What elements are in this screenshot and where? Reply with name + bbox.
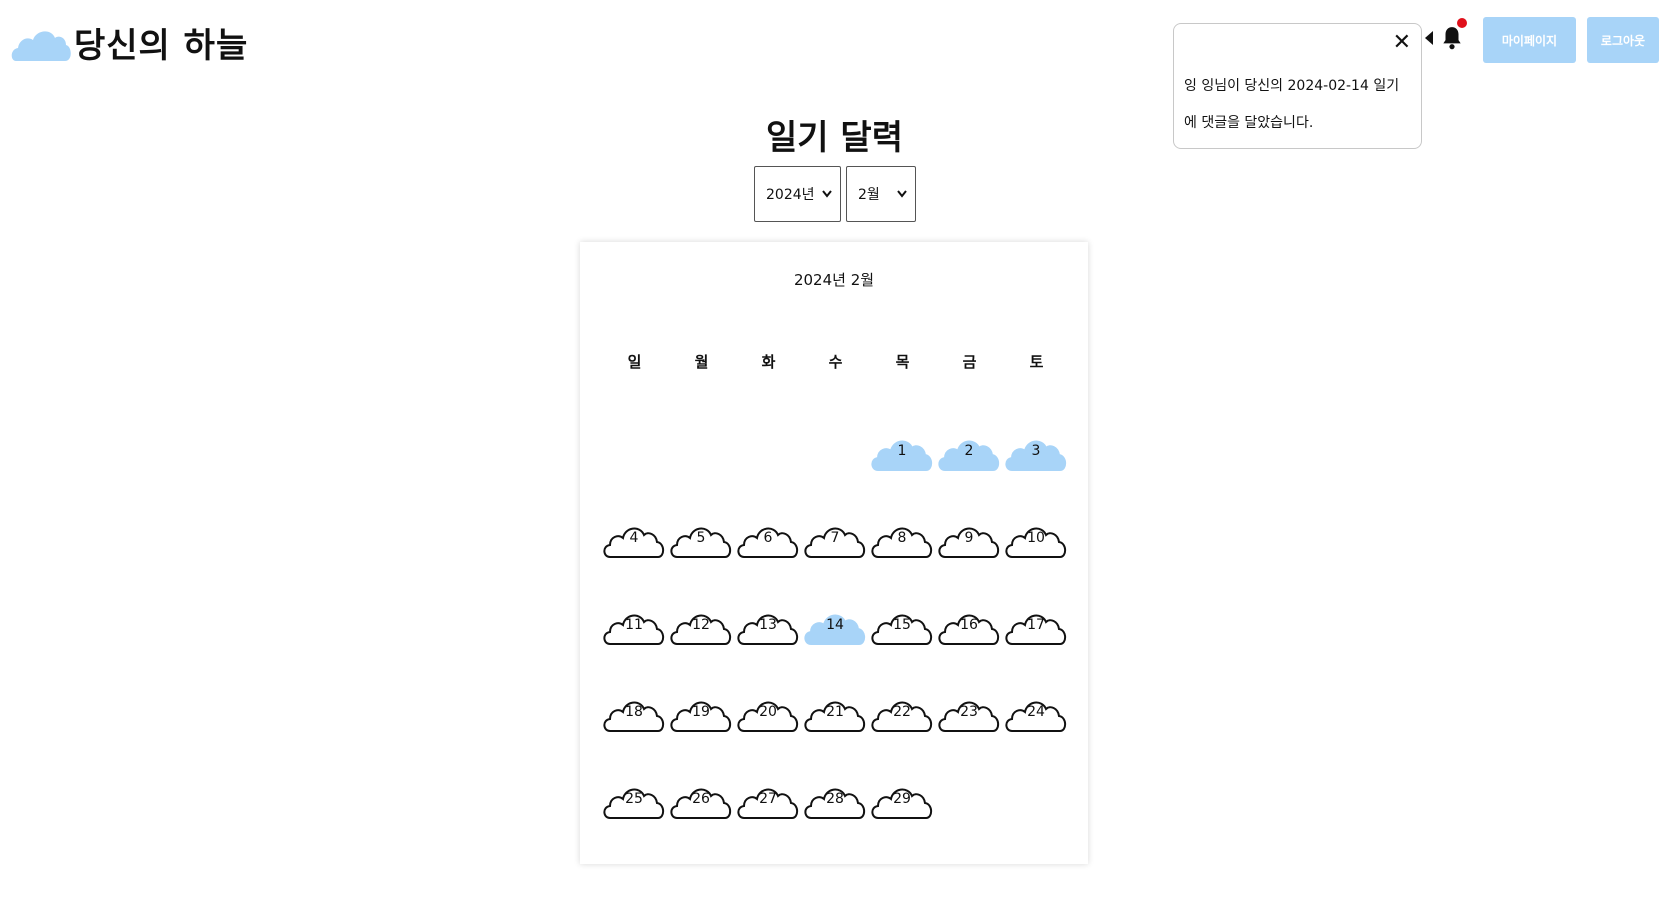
calendar-day[interactable]: 17	[1003, 603, 1069, 647]
calendar-day[interactable]: 18	[601, 690, 667, 734]
day-number: 2	[964, 443, 974, 459]
notification-dot	[1457, 18, 1467, 28]
calendar-day[interactable]: 24	[1003, 690, 1069, 734]
day-number: 17	[1027, 617, 1045, 633]
calendar-day[interactable]: 7	[802, 516, 868, 560]
day-number: 9	[964, 530, 974, 546]
day-number: 23	[960, 704, 978, 720]
calendar-day[interactable]: 12	[668, 603, 734, 647]
page-title: 일기 달력	[766, 118, 903, 158]
calendar-day[interactable]: 21	[802, 690, 868, 734]
day-number: 19	[692, 704, 710, 720]
calendar-day[interactable]: 4	[601, 516, 667, 560]
calendar-day[interactable]: 14	[802, 603, 868, 647]
close-icon[interactable]: ✕	[1393, 32, 1411, 54]
day-number: 13	[759, 617, 777, 633]
calendar-day[interactable]: 25	[601, 777, 667, 821]
cloud-logo-icon	[11, 30, 71, 61]
calendar-day[interactable]: 9	[936, 516, 1002, 560]
day-number: 3	[1031, 443, 1041, 459]
weekday-wed: 수	[828, 353, 843, 371]
date-selectors: 2024년 2월	[754, 166, 916, 222]
weekday-sat: 토	[1029, 353, 1044, 371]
day-number: 16	[960, 617, 978, 633]
day-number: 5	[696, 530, 706, 546]
chevron-down-icon	[897, 190, 907, 198]
header-actions: 마이페이지 로그아웃	[1425, 17, 1659, 63]
bell-icon	[1443, 27, 1461, 50]
calendar-day[interactable]: 26	[668, 777, 734, 821]
day-number: 14	[826, 617, 844, 633]
year-select-value: 2024년	[766, 187, 815, 203]
calendar-day[interactable]: 23	[936, 690, 1002, 734]
app-title: 당신의 하늘	[74, 26, 249, 66]
day-number: 28	[826, 791, 844, 807]
calendar-day[interactable]: 16	[936, 603, 1002, 647]
day-number: 18	[625, 704, 643, 720]
day-number: 24	[1027, 704, 1045, 720]
logout-button[interactable]: 로그아웃	[1587, 17, 1659, 63]
day-number: 8	[897, 530, 907, 546]
day-number: 4	[629, 530, 639, 546]
calendar-day[interactable]: 6	[735, 516, 801, 560]
day-number: 26	[692, 791, 710, 807]
calendar-header: 2024년 2월	[793, 271, 875, 289]
day-number: 10	[1027, 530, 1045, 546]
day-number: 7	[830, 530, 840, 546]
weekday-mon: 월	[694, 353, 709, 371]
app-logo[interactable]: 당신의 하늘	[10, 18, 248, 67]
calendar-day[interactable]: 13	[735, 603, 801, 647]
day-number: 20	[759, 704, 777, 720]
day-number: 6	[763, 530, 773, 546]
calendar-day[interactable]: 28	[802, 777, 868, 821]
calendar-day[interactable]: 11	[601, 603, 667, 647]
chevron-down-icon	[822, 190, 832, 198]
calendar-day[interactable]: 20	[735, 690, 801, 734]
calendar-day[interactable]: 15	[869, 603, 935, 647]
day-number: 25	[625, 791, 643, 807]
weekday-sun: 일	[627, 353, 642, 371]
day-number: 27	[759, 791, 777, 807]
weekday-fri: 금	[962, 353, 977, 371]
day-number: 21	[826, 704, 844, 720]
month-select-value: 2월	[858, 187, 880, 203]
calendar-card: 2024년 2월 일 월 화 수 목 금 토 1 2 3 4 5 6 7 8 9 10 11 12 13…	[580, 242, 1088, 864]
weekday-row: 일 월 화 수 목 금 토	[601, 351, 1070, 372]
calendar-day[interactable]: 19	[668, 690, 734, 734]
year-select[interactable]: 2024년	[754, 166, 841, 222]
calendar-day[interactable]: 3	[1003, 429, 1069, 473]
month-select[interactable]: 2월	[846, 166, 916, 222]
day-number: 29	[893, 791, 911, 807]
day-number: 15	[893, 617, 911, 633]
day-number: 22	[893, 704, 911, 720]
day-number: 11	[625, 617, 643, 633]
day-number: 12	[692, 617, 710, 633]
weekday-tue: 화	[761, 353, 776, 371]
calendar-day[interactable]: 29	[869, 777, 935, 821]
weekday-thu: 목	[895, 353, 910, 371]
caret-left-icon	[1425, 31, 1433, 45]
mypage-button[interactable]: 마이페이지	[1483, 17, 1576, 63]
calendar-day[interactable]: 10	[1003, 516, 1069, 560]
calendar-day[interactable]: 5	[668, 516, 734, 560]
notification-toggle[interactable]	[1425, 18, 1467, 53]
calendar-day[interactable]: 1	[869, 429, 935, 473]
calendar-day[interactable]: 8	[869, 516, 935, 560]
calendar-day[interactable]: 27	[735, 777, 801, 821]
day-number: 1	[897, 443, 907, 459]
calendar-day[interactable]: 22	[869, 690, 935, 734]
calendar-day[interactable]: 2	[936, 429, 1002, 473]
